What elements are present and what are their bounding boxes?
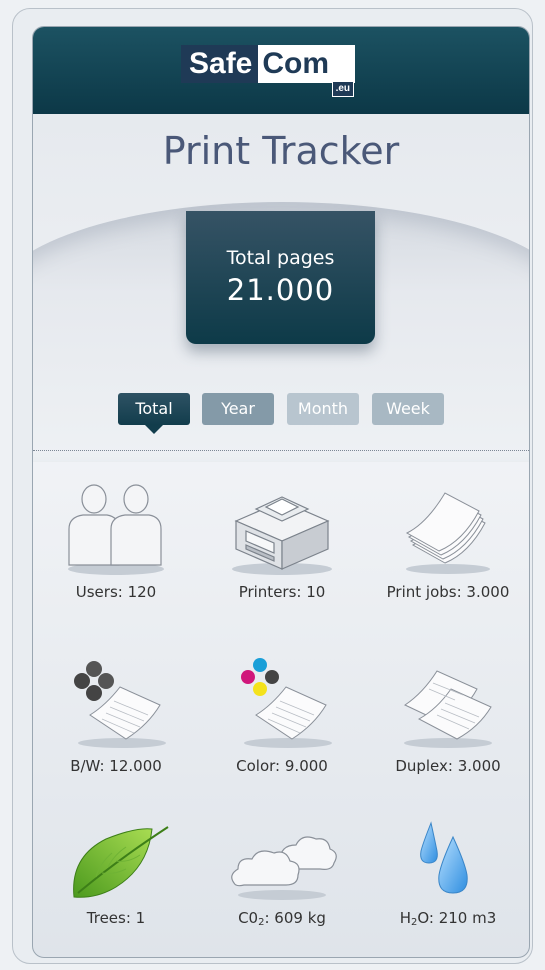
stat-printers: Printers: 10: [199, 469, 365, 601]
co2-value: : 609 kg: [264, 909, 326, 927]
logo-safe-text: Safe: [181, 45, 259, 83]
duplex-icon: [403, 670, 492, 748]
stat-h2o: H2O: 210 m3: [365, 817, 529, 928]
color-toner-icon: [241, 658, 332, 748]
stat-print-jobs: Print jobs: 3.000: [365, 483, 529, 601]
paper-stack-icon: [405, 492, 490, 574]
tab-total[interactable]: Total: [118, 393, 190, 434]
trees-label: Trees: 1: [86, 909, 146, 927]
total-pages-box: Total pages 21.000: [186, 211, 375, 344]
tab-week[interactable]: Week: [372, 393, 444, 425]
printers-label: Printers: 10: [238, 583, 326, 601]
tab-month[interactable]: Month: [287, 393, 359, 425]
bw-label: B/W: 12.000: [70, 757, 162, 775]
tab-year[interactable]: Year: [202, 393, 274, 425]
logo-eu-suffix: .eu: [331, 81, 355, 97]
bw-toner-icon: [74, 661, 166, 748]
divider: [33, 450, 529, 451]
leaf-icon: [73, 826, 169, 898]
water-drops-icon: [420, 821, 468, 894]
duplex-label: Duplex: 3.000: [395, 757, 501, 775]
h2o-prefix: H: [399, 909, 411, 927]
print-tracker-panel: Safe Com .eu Print Tracker Total pages 21…: [32, 26, 530, 958]
stat-co2: C02: 609 kg: [199, 827, 365, 928]
total-pages-value: 21.000: [226, 273, 335, 307]
page-title: Print Tracker: [162, 129, 400, 173]
total-pages-label: Total pages: [226, 247, 335, 269]
stat-color: Color: 9.000: [199, 653, 365, 775]
stat-trees: Trees: 1: [33, 817, 199, 927]
co2-prefix: C0: [238, 909, 259, 927]
co2-label: C02: 609 kg: [199, 909, 365, 928]
h2o-label: H2O: 210 m3: [365, 909, 529, 928]
stat-duplex: Duplex: 3.000: [365, 653, 529, 775]
stat-users: Users: 120: [33, 477, 199, 601]
header-bar: Safe Com .eu: [33, 27, 529, 114]
color-label: Color: 9.000: [236, 757, 328, 775]
stat-bw: B/W: 12.000: [33, 653, 199, 775]
safecom-logo: Safe Com .eu: [181, 45, 356, 97]
print-jobs-label: Print jobs: 3.000: [386, 583, 510, 601]
users-icon: [68, 484, 164, 575]
logo-com-label: Com: [262, 47, 330, 80]
logo-com-text: Com .eu: [258, 45, 356, 97]
h2o-value: O: 210 m3: [417, 909, 497, 927]
users-label: Users: 120: [75, 583, 157, 601]
cloud-icon: [231, 836, 337, 900]
printer-icon: [232, 496, 332, 575]
